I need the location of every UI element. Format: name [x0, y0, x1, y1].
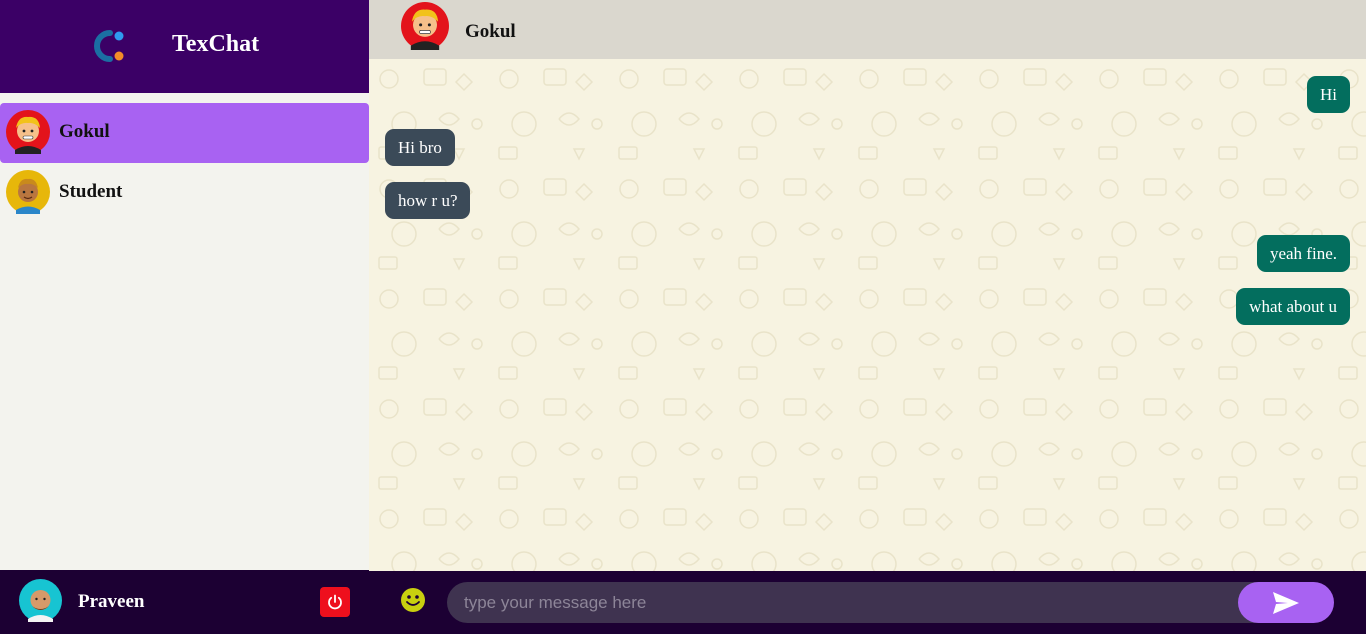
contact-list: Gokul Student [0, 103, 369, 223]
student-avatar-icon [6, 170, 50, 214]
contact-name: Student [59, 181, 123, 202]
contact-item-gokul[interactable]: Gokul [0, 103, 369, 163]
send-icon [1273, 591, 1299, 614]
message-outgoing: Hi [1307, 76, 1350, 113]
chat-header-name: Gokul [465, 21, 516, 42]
message-incoming: Hi bro [385, 129, 455, 166]
message-input[interactable] [447, 582, 1332, 623]
message-outgoing: yeah fine. [1256, 235, 1350, 272]
message-incoming: how r u? [385, 182, 471, 219]
app-title: TexChat [172, 31, 260, 57]
message-outgoing: what about u [1236, 288, 1350, 325]
sidebar: TexChat Gokul Student Praveen [0, 0, 369, 634]
gokul-avatar-icon [401, 2, 449, 50]
chat-header: Gokul [369, 0, 1366, 59]
gokul-avatar-icon [6, 110, 50, 154]
current-user-bar: Praveen [0, 570, 369, 634]
send-button[interactable] [1238, 582, 1334, 623]
brand-header: TexChat [0, 0, 369, 93]
texchat-logo-icon [94, 30, 124, 62]
message-area[interactable]: Hi Hi bro how r u? yeah fine. what about… [369, 59, 1366, 571]
message-composer [369, 571, 1366, 634]
contact-name: Gokul [59, 121, 110, 142]
chat-panel: Gokul Hi Hi bro how r u? yeah fine. what… [369, 0, 1366, 634]
smiley-icon[interactable] [400, 587, 426, 613]
logout-button[interactable] [320, 587, 350, 617]
current-user-name: Praveen [78, 591, 145, 612]
power-icon [328, 594, 342, 610]
praveen-avatar-icon [19, 579, 62, 622]
contact-item-student[interactable]: Student [0, 163, 369, 223]
background-pattern [369, 59, 1366, 571]
